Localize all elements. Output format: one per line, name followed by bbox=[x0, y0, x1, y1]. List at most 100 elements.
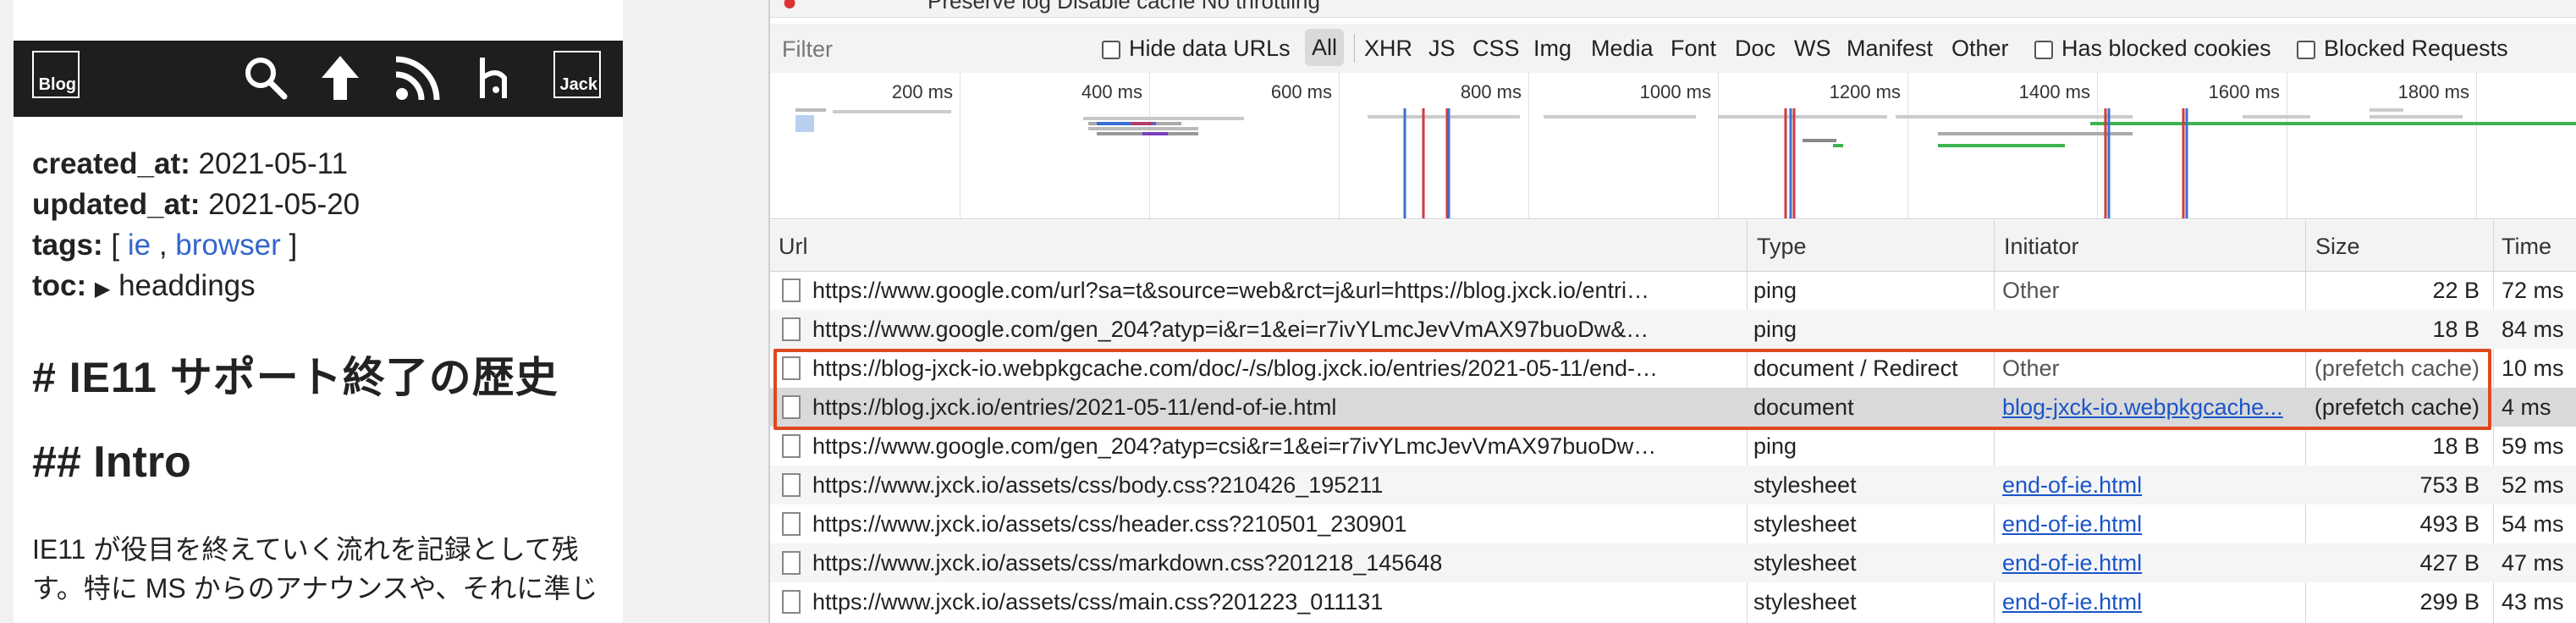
toolbar-options[interactable]: Preserve log Disable cache No throttling bbox=[927, 0, 1320, 14]
hatena-icon[interactable] bbox=[471, 52, 521, 103]
hide-data-urls-box[interactable] bbox=[1102, 41, 1120, 59]
column-header-size[interactable]: Size bbox=[2315, 234, 2360, 260]
filter-type-media[interactable]: Media bbox=[1591, 36, 1654, 62]
request-time: 10 ms bbox=[2502, 356, 2564, 381]
request-url[interactable]: https://www.jxck.io/assets/css/markdown.… bbox=[812, 550, 1659, 576]
filter-separator bbox=[1354, 34, 1355, 63]
request-url[interactable]: https://www.google.com/gen_204?atyp=i&r=… bbox=[812, 317, 1659, 343]
table-row[interactable]: https://www.google.com/gen_204?atyp=i&r=… bbox=[770, 310, 2576, 349]
toc-summary[interactable]: headdings bbox=[118, 269, 256, 302]
waterfall-bar bbox=[1938, 132, 2133, 135]
waterfall-bar bbox=[1142, 132, 1168, 135]
toc-disclosure-triangle-icon[interactable]: ▶ bbox=[95, 278, 110, 300]
request-url[interactable]: https://www.jxck.io/assets/css/body.css?… bbox=[812, 472, 1659, 499]
filter-all-button[interactable]: All bbox=[1305, 29, 1345, 66]
column-header-type[interactable]: Type bbox=[1757, 234, 1807, 260]
request-time: 72 ms bbox=[2502, 278, 2564, 303]
record-icon[interactable]: ● bbox=[782, 0, 797, 17]
toc: toc: ▶ headdings bbox=[32, 266, 256, 310]
author-logo[interactable]: Jack bbox=[553, 51, 601, 98]
hide-data-urls-label: Hide data URLs bbox=[1129, 36, 1291, 61]
filter-type-font[interactable]: Font bbox=[1671, 36, 1716, 62]
arrow-up-icon[interactable] bbox=[315, 52, 366, 103]
blocked-requests-label: Blocked Requests bbox=[2324, 36, 2508, 61]
has-blocked-cookies-checkbox[interactable]: Has blocked cookies bbox=[2034, 36, 2271, 62]
hide-data-urls-checkbox[interactable]: Hide data URLs bbox=[1102, 36, 1291, 62]
request-initiator-link[interactable]: end-of-ie.html bbox=[2002, 472, 2304, 499]
tags-label: tags: bbox=[32, 229, 103, 262]
table-row[interactable]: https://www.google.com/url?sa=t&source=w… bbox=[770, 271, 2576, 310]
filter-type-other[interactable]: Other bbox=[1951, 36, 2009, 62]
column-header-url[interactable]: Url bbox=[779, 234, 808, 260]
filter-type-ws[interactable]: WS bbox=[1794, 36, 1831, 62]
blocked-requests-box[interactable] bbox=[2297, 41, 2315, 59]
request-size: (prefetch cache) bbox=[2314, 394, 2480, 420]
filter-type-js[interactable]: JS bbox=[1428, 36, 1456, 62]
blog-logo[interactable]: Blog bbox=[32, 51, 80, 98]
waterfall-bar bbox=[795, 108, 826, 112]
waterfall-bar bbox=[833, 110, 951, 113]
filter-type-manifest[interactable]: Manifest bbox=[1847, 36, 1933, 62]
request-url[interactable]: https://www.jxck.io/assets/css/main.css?… bbox=[812, 589, 1659, 615]
search-icon[interactable] bbox=[240, 52, 291, 103]
request-url[interactable]: https://www.google.com/gen_204?atyp=csi&… bbox=[812, 433, 1659, 460]
table-row[interactable]: https://www.jxck.io/assets/css/body.css?… bbox=[770, 466, 2576, 504]
table-row[interactable]: https://www.jxck.io/assets/css/main.css?… bbox=[770, 582, 2576, 621]
network-toolbar: ● Preserve log Disable cache No throttli… bbox=[770, 0, 2576, 18]
request-initiator-link[interactable]: end-of-ie.html bbox=[2002, 511, 2304, 538]
table-row[interactable]: https://blog-jxck-io.webpkgcache.com/doc… bbox=[770, 349, 2576, 388]
request-initiator: Other bbox=[2002, 356, 2060, 381]
waterfall-bar bbox=[2370, 115, 2463, 119]
table-row-selected[interactable]: https://blog.jxck.io/entries/2021-05-11/… bbox=[770, 388, 2576, 427]
filter-input[interactable] bbox=[780, 32, 1080, 66]
request-url[interactable]: https://blog.jxck.io/entries/2021-05-11/… bbox=[812, 394, 1659, 421]
request-url[interactable]: https://www.jxck.io/assets/css/header.cs… bbox=[812, 511, 1659, 538]
column-header-initiator[interactable]: Initiator bbox=[2004, 234, 2079, 260]
tags-separator: , bbox=[158, 229, 168, 262]
has-blocked-cookies-box[interactable] bbox=[2034, 41, 2053, 59]
request-type: ping bbox=[1753, 433, 1797, 459]
post-title: # IE11 サポート終了の歴史 bbox=[32, 354, 559, 401]
filter-type-css[interactable]: CSS bbox=[1472, 36, 1520, 62]
request-size: 493 B bbox=[2419, 511, 2480, 537]
rss-icon[interactable] bbox=[393, 52, 443, 103]
request-size: 299 B bbox=[2419, 589, 2480, 615]
document-icon bbox=[782, 395, 801, 419]
table-row[interactable]: https://www.google.com/gen_204?atyp=csi&… bbox=[770, 427, 2576, 466]
tag-link-ie[interactable]: ie bbox=[128, 229, 151, 262]
updated-at-value: 2021-05-20 bbox=[208, 188, 361, 221]
table-row[interactable]: https://www.jxck.io/assets/css/header.cs… bbox=[770, 504, 2576, 543]
request-url[interactable]: https://blog-jxck-io.webpkgcache.com/doc… bbox=[812, 356, 1659, 382]
request-initiator-link[interactable]: blog-jxck-io.webpkgcache... bbox=[2002, 394, 2304, 421]
tag-link-browser[interactable]: browser bbox=[175, 229, 280, 262]
request-size: 427 B bbox=[2419, 550, 2480, 576]
request-initiator: Other bbox=[2002, 278, 2060, 303]
filter-bar: Hide data URLs All XHR JS CSS Img Media … bbox=[770, 24, 2576, 74]
document-icon bbox=[782, 473, 801, 497]
table-row[interactable]: https://www.jxck.io/assets/css/markdown.… bbox=[770, 543, 2576, 582]
blog-page: Blog Jack created_at: 2021-05-11 updated… bbox=[0, 0, 768, 623]
blog-card: Blog Jack created_at: 2021-05-11 updated… bbox=[14, 0, 623, 623]
document-icon bbox=[782, 356, 801, 380]
waterfall-bar bbox=[2370, 108, 2403, 112]
document-icon bbox=[782, 317, 801, 341]
filter-type-doc[interactable]: Doc bbox=[1735, 36, 1775, 62]
overview-timeline[interactable]: 200 ms 400 ms 600 ms 800 ms 1000 ms 1200… bbox=[770, 73, 2576, 219]
request-initiator-link[interactable]: end-of-ie.html bbox=[2002, 589, 2304, 615]
request-size: 18 B bbox=[2432, 317, 2480, 342]
document-icon bbox=[782, 512, 801, 536]
request-url[interactable]: https://www.google.com/url?sa=t&source=w… bbox=[812, 278, 1659, 304]
tags: tags: [ ie , browser ] bbox=[32, 225, 297, 266]
filter-type-img[interactable]: Img bbox=[1533, 36, 1571, 62]
blocked-requests-checkbox[interactable]: Blocked Requests bbox=[2297, 36, 2508, 62]
column-header-time[interactable]: Time bbox=[2502, 234, 2551, 260]
tags-close-bracket: ] bbox=[289, 229, 298, 262]
request-time: 54 ms bbox=[2502, 511, 2564, 537]
has-blocked-cookies-label: Has blocked cookies bbox=[2061, 36, 2271, 61]
request-type: document / Redirect bbox=[1753, 356, 1958, 381]
request-time: 4 ms bbox=[2502, 394, 2551, 420]
intro-paragraph: IE11 が役目を終えていく流れを記録として残す。特に MS からのアナウンスや… bbox=[32, 534, 598, 604]
request-initiator-link[interactable]: end-of-ie.html bbox=[2002, 550, 2304, 576]
waterfall-bar bbox=[1803, 139, 1836, 142]
filter-type-xhr[interactable]: XHR bbox=[1364, 36, 1412, 62]
